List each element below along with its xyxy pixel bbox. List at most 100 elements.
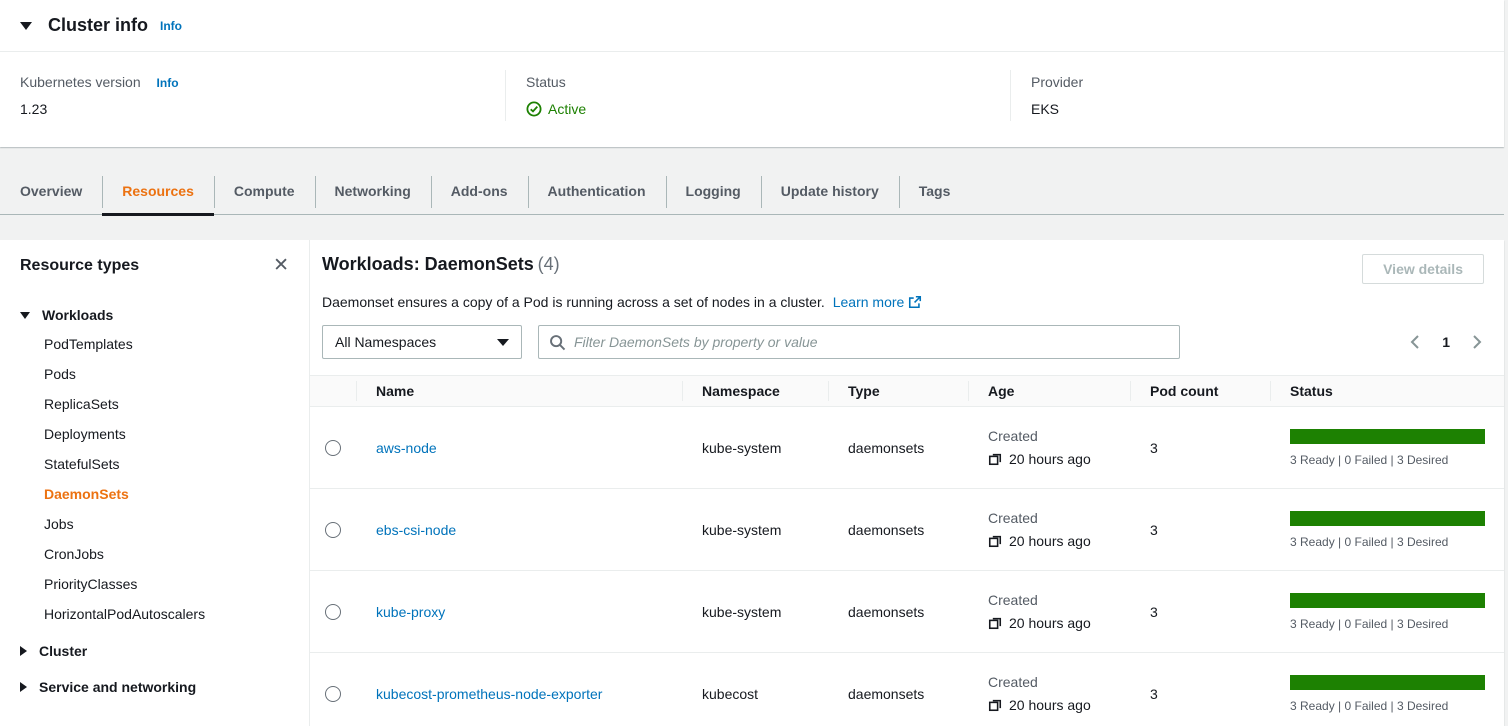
sidebar-group-workloads[interactable]: Workloads xyxy=(20,301,289,329)
row-radio-button[interactable] xyxy=(325,604,341,620)
daemonsets-table: Name Namespace Type Age Pod count Status… xyxy=(310,375,1504,726)
view-details-button[interactable]: View details xyxy=(1362,254,1484,284)
type-cell: daemonsets xyxy=(828,522,968,538)
daemonsets-count: (4) xyxy=(538,254,560,274)
current-page[interactable]: 1 xyxy=(1442,334,1450,350)
daemonsets-title: Workloads: DaemonSets xyxy=(322,254,534,274)
table-row: ebs-csi-node kube-system daemonsets Crea… xyxy=(310,489,1504,571)
status-progress-bar xyxy=(1290,511,1485,526)
status-cell: 3 Ready | 0 Failed | 3 Desired xyxy=(1270,593,1504,631)
status-cell: 3 Ready | 0 Failed | 3 Desired xyxy=(1270,429,1504,467)
status-cell: 3 Ready | 0 Failed | 3 Desired xyxy=(1270,511,1504,549)
cluster-tabs: Overview Resources Compute Networking Ad… xyxy=(0,169,1504,215)
cluster-info-grid: Kubernetes version Info 1.23 Status Acti… xyxy=(0,52,1504,147)
daemonset-name-link[interactable]: ebs-csi-node xyxy=(376,522,456,538)
copy-icon[interactable] xyxy=(988,616,1002,630)
select-caret-icon xyxy=(497,339,509,346)
kubernetes-version-info-link[interactable]: Info xyxy=(157,76,179,90)
column-header-pod-count[interactable]: Pod count xyxy=(1130,376,1270,406)
close-icon[interactable]: ✕ xyxy=(273,256,289,275)
page-title: Cluster info xyxy=(48,15,148,36)
status-label: Status xyxy=(526,74,990,90)
daemonset-name-link[interactable]: aws-node xyxy=(376,440,437,456)
daemonset-name-link[interactable]: kube-proxy xyxy=(376,604,445,620)
tab-networking[interactable]: Networking xyxy=(315,169,431,214)
tab-update-history[interactable]: Update history xyxy=(761,169,899,214)
daemonsets-heading: Workloads: DaemonSets (4) xyxy=(322,254,560,275)
tab-overview[interactable]: Overview xyxy=(0,169,102,214)
search-icon xyxy=(549,334,566,351)
namespace-select[interactable]: All Namespaces xyxy=(322,325,522,359)
copy-icon[interactable] xyxy=(988,698,1002,712)
daemonsets-main: Workloads: DaemonSets (4) View details D… xyxy=(310,240,1504,726)
status-progress-bar xyxy=(1290,593,1485,608)
chevron-right-icon xyxy=(20,682,27,692)
tab-authentication[interactable]: Authentication xyxy=(528,169,666,214)
kubernetes-version-label: Kubernetes version Info xyxy=(20,74,485,90)
daemonset-name-link[interactable]: kubecost-prometheus-node-exporter xyxy=(376,686,602,702)
daemonsets-filter-input-box[interactable] xyxy=(538,325,1180,359)
collapse-arrow-icon[interactable] xyxy=(20,22,32,30)
resource-types-sidebar: Resource types ✕ Workloads PodTemplates … xyxy=(0,240,310,726)
status-progress-bar xyxy=(1290,675,1485,690)
namespace-cell: kube-system xyxy=(682,440,828,456)
status-value: Active xyxy=(526,101,990,117)
column-header-status[interactable]: Status xyxy=(1270,376,1504,406)
pod-count-cell: 3 xyxy=(1130,604,1270,620)
tab-logging[interactable]: Logging xyxy=(666,169,761,214)
column-header-type[interactable]: Type xyxy=(828,376,968,406)
daemonsets-filter-input[interactable] xyxy=(574,334,1169,350)
tab-add-ons[interactable]: Add-ons xyxy=(431,169,528,214)
age-cell: Created 20 hours ago xyxy=(968,674,1130,713)
previous-page-icon[interactable] xyxy=(1408,334,1422,350)
row-radio-button[interactable] xyxy=(325,440,341,456)
resources-panel: Resource types ✕ Workloads PodTemplates … xyxy=(0,240,1504,726)
chevron-right-icon xyxy=(20,646,27,656)
sidebar-item-priorityclasses[interactable]: PriorityClasses xyxy=(44,569,289,599)
sidebar-title: Resource types xyxy=(20,257,139,275)
sidebar-item-pods[interactable]: Pods xyxy=(44,359,289,389)
tab-compute[interactable]: Compute xyxy=(214,169,315,214)
column-header-age[interactable]: Age xyxy=(968,376,1130,406)
column-header-name[interactable]: Name xyxy=(356,376,682,406)
next-page-icon[interactable] xyxy=(1470,334,1484,350)
age-cell: Created 20 hours ago xyxy=(968,592,1130,631)
sidebar-group-service-and-networking[interactable]: Service and networking xyxy=(20,673,289,701)
cluster-info-header[interactable]: Cluster info Info xyxy=(0,0,1504,52)
sidebar-item-deployments[interactable]: Deployments xyxy=(44,419,289,449)
row-radio-button[interactable] xyxy=(325,522,341,538)
pod-count-cell: 3 xyxy=(1130,686,1270,702)
selection-column-header xyxy=(310,376,356,406)
status-progress-bar xyxy=(1290,429,1485,444)
tab-resources[interactable]: Resources xyxy=(102,169,214,214)
row-radio-button[interactable] xyxy=(325,686,341,702)
age-cell: Created 20 hours ago xyxy=(968,428,1130,467)
type-cell: daemonsets xyxy=(828,604,968,620)
cluster-info-info-link[interactable]: Info xyxy=(160,19,182,33)
column-header-namespace[interactable]: Namespace xyxy=(682,376,828,406)
sidebar-item-daemonsets[interactable]: DaemonSets xyxy=(44,479,289,509)
kubernetes-version-field: Kubernetes version Info 1.23 xyxy=(0,70,505,121)
provider-value: EKS xyxy=(1031,101,1484,117)
age-cell: Created 20 hours ago xyxy=(968,510,1130,549)
sidebar-group-cluster[interactable]: Cluster xyxy=(20,637,289,665)
sidebar-item-podtemplates[interactable]: PodTemplates xyxy=(44,329,289,359)
sidebar-item-statefulsets[interactable]: StatefulSets xyxy=(44,449,289,479)
table-header-row: Name Namespace Type Age Pod count Status xyxy=(310,375,1504,407)
sidebar-item-replicasets[interactable]: ReplicaSets xyxy=(44,389,289,419)
copy-icon[interactable] xyxy=(988,452,1002,466)
status-cell: 3 Ready | 0 Failed | 3 Desired xyxy=(1270,675,1504,713)
learn-more-link[interactable]: Learn more xyxy=(833,294,923,310)
namespace-cell: kube-system xyxy=(682,522,828,538)
sidebar-item-jobs[interactable]: Jobs xyxy=(44,509,289,539)
tab-tags[interactable]: Tags xyxy=(899,169,971,214)
type-cell: daemonsets xyxy=(828,686,968,702)
copy-icon[interactable] xyxy=(988,534,1002,548)
table-row: kubecost-prometheus-node-exporter kubeco… xyxy=(310,653,1504,726)
table-row: kube-proxy kube-system daemonsets Create… xyxy=(310,571,1504,653)
namespace-cell: kubecost xyxy=(682,686,828,702)
sidebar-item-cronjobs[interactable]: CronJobs xyxy=(44,539,289,569)
sidebar-item-horizontalpodautoscalers[interactable]: HorizontalPodAutoscalers xyxy=(44,599,289,629)
table-row: aws-node kube-system daemonsets Created … xyxy=(310,407,1504,489)
kubernetes-version-value: 1.23 xyxy=(20,101,485,117)
